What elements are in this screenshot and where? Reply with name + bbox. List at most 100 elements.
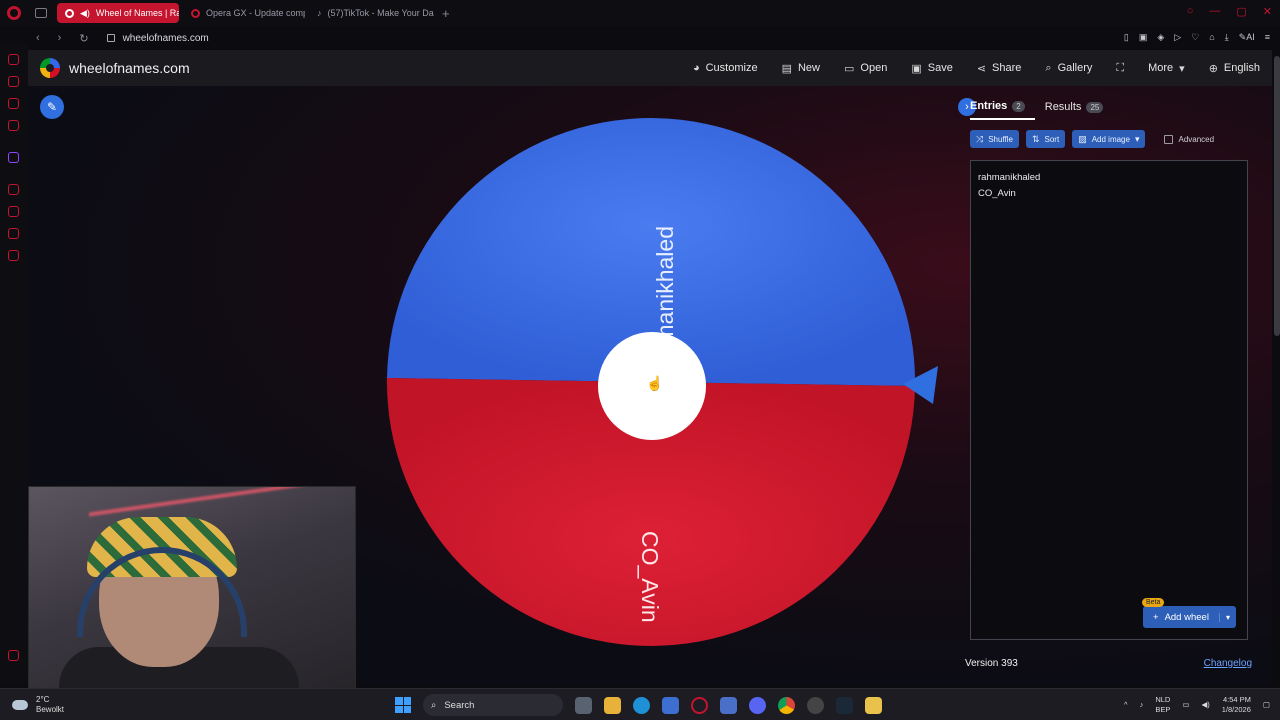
gx-control-icon[interactable] xyxy=(8,54,19,65)
share-button[interactable]: ⋖ Share xyxy=(977,62,1022,75)
opera-logo-icon[interactable] xyxy=(7,6,21,20)
search-icon: ⌕ xyxy=(1045,61,1052,74)
tab-entries[interactable]: Entries 2 xyxy=(970,96,1035,120)
close-icon[interactable]: ✕ xyxy=(1263,5,1272,18)
gallery-button[interactable]: ⌕ Gallery xyxy=(1045,62,1092,75)
clock[interactable]: 4:54 PM 1/8/2026 xyxy=(1222,695,1251,715)
windows-start-icon[interactable] xyxy=(395,697,411,713)
language-indicator[interactable]: NLD BEP xyxy=(1155,695,1170,715)
taskbar-search[interactable]: ⌕ Search xyxy=(423,694,563,716)
bookmark-icon[interactable]: ▯ xyxy=(1124,32,1129,43)
instagram-icon[interactable] xyxy=(8,120,19,131)
language-button[interactable]: ⊕ English xyxy=(1209,62,1260,75)
new-button[interactable]: ▤ New xyxy=(782,62,820,75)
gx-cleaner-icon[interactable] xyxy=(8,76,19,87)
back-icon[interactable]: ‹ xyxy=(36,32,40,44)
taskbar-apps: ⌕ Search xyxy=(395,694,882,716)
add-image-button[interactable]: ▨ Add image ▾ xyxy=(1072,130,1146,148)
url-field[interactable]: wheelofnames.com xyxy=(123,33,209,44)
tab-label: (57)TikTok - Make Your Da xyxy=(327,8,434,18)
snapshot-icon[interactable]: ▣ xyxy=(1139,32,1148,43)
player-icon[interactable]: ▷ xyxy=(1174,32,1181,43)
entries-textarea[interactable]: rahmanikhaled CO_Avin xyxy=(970,160,1248,640)
file-explorer-icon[interactable] xyxy=(604,696,621,714)
app-icon[interactable] xyxy=(865,696,882,714)
customize-button[interactable]: ◕ Customize xyxy=(693,62,758,74)
site-name[interactable]: wheelofnames.com xyxy=(69,60,190,76)
app-icon[interactable] xyxy=(720,696,737,714)
search-icon[interactable]: ○ xyxy=(1187,5,1194,18)
extensions-icon[interactable] xyxy=(8,228,19,239)
plus-icon: + xyxy=(1153,611,1159,623)
tab-results[interactable]: Results 25 xyxy=(1045,96,1114,120)
history-icon[interactable] xyxy=(8,206,19,217)
address-bar: ‹ › ↻ wheelofnames.com ▯ ▣ ◈ ▷ ♡ ⌂ ⤓ ✎AI… xyxy=(28,26,1280,50)
browser-tab-opera-gx[interactable]: Opera GX - Update comp xyxy=(183,3,305,23)
panel-tabs: Entries 2 Results 25 xyxy=(970,96,1123,120)
palette-icon: ◕ xyxy=(692,62,700,74)
entries-count-badge: 2 xyxy=(1012,100,1025,112)
chevron-down-icon[interactable]: ▾ xyxy=(1218,612,1236,622)
microphone-icon[interactable]: ♪ xyxy=(1140,700,1144,710)
more-button[interactable]: More ▾ xyxy=(1148,62,1185,75)
weather-widget[interactable]: 2°C Bewolkt xyxy=(12,695,64,715)
new-tab-button[interactable]: + xyxy=(442,6,450,21)
heart-icon[interactable]: ♡ xyxy=(1191,32,1199,43)
chrome-icon[interactable] xyxy=(778,696,795,714)
main-stage: ✎ rahmanikhaled CO_Avin ☝ › Entries 2 Re… xyxy=(28,86,1272,694)
advanced-toggle[interactable]: Advanced xyxy=(1164,134,1214,144)
task-view-icon[interactable] xyxy=(575,696,592,714)
store-icon[interactable] xyxy=(662,696,679,714)
messenger-icon[interactable] xyxy=(8,98,19,109)
open-button[interactable]: ▭ Open xyxy=(844,62,887,75)
forward-icon[interactable]: › xyxy=(58,32,62,44)
minimize-icon[interactable]: — xyxy=(1209,5,1220,18)
save-button[interactable]: ▣ Save xyxy=(911,62,952,75)
reload-icon[interactable]: ↻ xyxy=(79,32,88,45)
chevron-down-icon: ▾ xyxy=(1179,62,1185,75)
twitch-icon[interactable] xyxy=(8,152,19,163)
shuffle-button[interactable]: ⤨ Shuffle xyxy=(970,130,1019,148)
advanced-checkbox[interactable] xyxy=(1164,134,1174,144)
folder-icon: ▭ xyxy=(844,62,855,75)
network-icon[interactable]: ▭ xyxy=(1182,700,1189,710)
chevron-up-icon[interactable]: ^ xyxy=(1124,700,1128,710)
volume-icon[interactable]: ◀) xyxy=(1201,700,1209,710)
chevron-right-icon: › xyxy=(965,101,969,113)
cloud-icon xyxy=(12,700,28,710)
maximize-icon[interactable]: ▢ xyxy=(1236,5,1246,18)
edge-icon[interactable] xyxy=(633,696,650,714)
entries-toolbar: ⤨ Shuffle ⇅ Sort ▨ Add image ▾ Advanced xyxy=(970,130,1214,148)
player-icon[interactable] xyxy=(8,184,19,195)
settings-icon[interactable] xyxy=(8,250,19,261)
notifications-icon[interactable]: ▢ xyxy=(1263,700,1270,710)
download-icon[interactable]: ⤓ xyxy=(1225,32,1229,43)
changelog-link[interactable]: Changelog xyxy=(1204,658,1252,669)
menu-icon[interactable]: ≡ xyxy=(1265,32,1270,43)
wheel-logo-icon[interactable] xyxy=(40,58,60,78)
browser-tab-wheel-of-names[interactable]: ◀) Wheel of Names | Ran xyxy=(57,3,179,23)
sort-button[interactable]: ⇅ Sort xyxy=(1025,130,1066,148)
fullscreen-button[interactable]: ⛶ xyxy=(1116,62,1124,75)
system-tray: ^ ♪ NLD BEP ▭ ◀) 4:54 PM 1/8/2026 ▢ xyxy=(1124,695,1270,715)
vpn-icon[interactable]: ◈ xyxy=(1157,32,1164,43)
file-icon: ▤ xyxy=(781,62,792,75)
workspaces-icon[interactable] xyxy=(35,8,47,18)
globe-icon: ⊕ xyxy=(1208,62,1218,75)
add-wheel-button[interactable]: + Add wheel ▾ xyxy=(1143,606,1236,628)
discord-icon[interactable] xyxy=(749,696,766,714)
tiktok-icon: ♪ xyxy=(317,8,322,18)
page-scrollbar[interactable] xyxy=(1274,56,1280,336)
site-header: wheelofnames.com ◕ Customize ▤ New ▭ Open ▣… xyxy=(28,50,1272,86)
steam-icon[interactable] xyxy=(836,696,853,714)
speaker-icon[interactable]: ◀) xyxy=(80,8,90,19)
opera-gx-icon[interactable] xyxy=(691,696,708,714)
results-count-badge: 25 xyxy=(1086,101,1104,113)
obs-icon[interactable] xyxy=(807,696,824,714)
browser-tab-tiktok[interactable]: ♪ (57)TikTok - Make Your Da xyxy=(309,3,434,23)
extensions-icon[interactable]: ⌂ xyxy=(1209,32,1214,43)
hand-cursor-icon: ☝ xyxy=(646,374,663,392)
gx-icon[interactable] xyxy=(8,650,19,661)
ai-icon[interactable]: ✎AI xyxy=(1239,32,1255,43)
shuffle-icon: ⤨ xyxy=(976,133,984,144)
